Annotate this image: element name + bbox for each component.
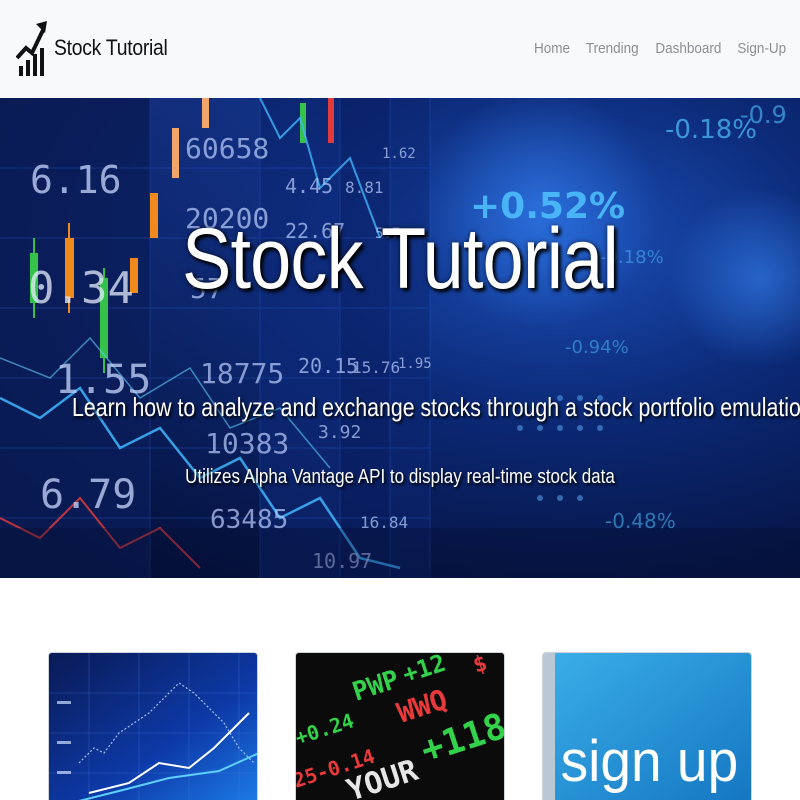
board-number: 60658 xyxy=(185,132,269,165)
hero-banner: 6.16 0.34 1.55 6.79 60658 20200 57 18775… xyxy=(0,98,800,578)
blue-stock-chart-image xyxy=(49,653,257,800)
board-percent: -0.9 xyxy=(740,101,787,129)
feature-cards: +0.24 PWP +12 WWQ 25-0.14 YOUR +118 $ si… xyxy=(0,652,800,800)
board-number: 4.45 xyxy=(285,174,333,198)
navbar: Stock Tutorial Home Trending Dashboard S… xyxy=(0,0,800,98)
card-trending[interactable] xyxy=(48,652,258,800)
nav-link-sign-up[interactable]: Sign-Up xyxy=(737,40,786,57)
card-dashboard[interactable]: +0.24 PWP +12 WWQ 25-0.14 YOUR +118 $ xyxy=(295,652,505,800)
board-number: 3.92 xyxy=(318,422,361,443)
stock-ticker-board-image: +0.24 PWP +12 WWQ 25-0.14 YOUR +118 $ xyxy=(296,653,504,800)
hero-subtitle: Learn how to analyze and exchange stocks… xyxy=(72,392,800,422)
board-number: 1.95 xyxy=(398,356,432,372)
brand-name: Stock Tutorial xyxy=(54,35,168,60)
rising-bar-chart-arrow-icon xyxy=(16,21,47,76)
hero-tagline: Utilizes Alpha Vantage API to display re… xyxy=(185,466,615,488)
nav-links: Home Trending Dashboard Sign-Up xyxy=(530,40,786,57)
sign-up-image: sign up xyxy=(543,653,751,800)
board-number: 6.16 xyxy=(30,158,122,202)
sign-up-text: sign up xyxy=(561,729,739,794)
nav-link-dashboard[interactable]: Dashboard xyxy=(656,40,722,57)
hero-background-stock-board-image: 6.16 0.34 1.55 6.79 60658 20200 57 18775… xyxy=(0,98,800,578)
nav-link-home[interactable]: Home xyxy=(534,40,570,57)
brand[interactable]: Stock Tutorial xyxy=(16,18,183,78)
nav-link-trending[interactable]: Trending xyxy=(586,40,639,57)
board-number: 20.15 xyxy=(298,354,358,378)
board-percent: -0.94% xyxy=(565,337,629,358)
board-number: 15.76 xyxy=(352,358,400,377)
board-number: 10383 xyxy=(205,427,289,460)
board-number: 18775 xyxy=(200,357,284,390)
card-sign-up[interactable]: sign up xyxy=(542,652,752,800)
board-number: 1.62 xyxy=(382,146,416,162)
hero-title: Stock Tutorial xyxy=(181,211,619,307)
board-number: 8.81 xyxy=(345,178,384,197)
